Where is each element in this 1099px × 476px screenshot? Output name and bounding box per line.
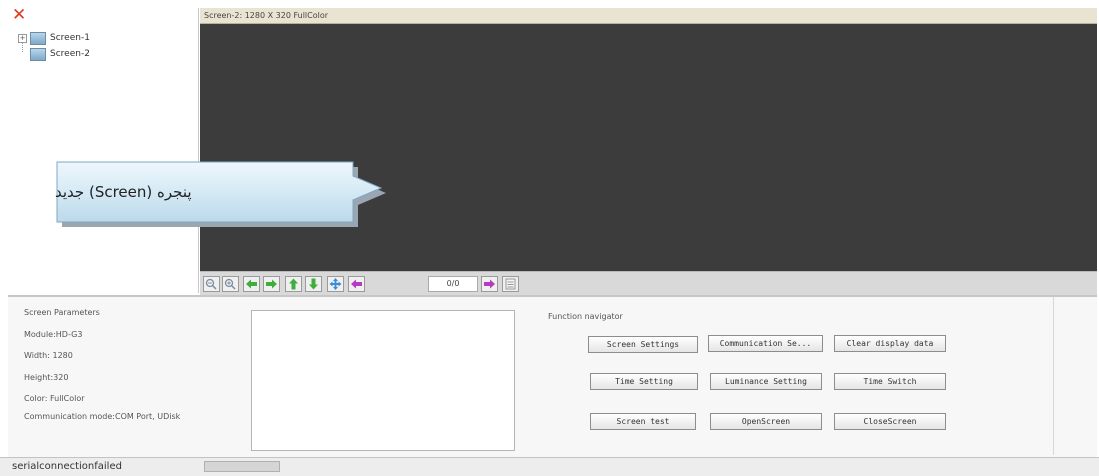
param-communication: Communication mode:COM Port, UDisk xyxy=(24,412,181,421)
callout-text: پنجره (Screen) جدید xyxy=(55,183,192,201)
move-right-button[interactable] xyxy=(263,276,280,292)
tree-item-screen-2[interactable]: Screen-2 xyxy=(30,46,90,62)
zoom-in-button[interactable] xyxy=(222,276,239,292)
arrow-left-icon xyxy=(246,279,257,289)
preview-canvas[interactable] xyxy=(200,24,1097,271)
tree-item-label: Screen-2 xyxy=(50,49,90,59)
screen-settings-button[interactable]: Screen Settings xyxy=(588,336,698,353)
expand-icon[interactable]: + xyxy=(18,33,27,43)
screen-icon xyxy=(30,31,46,45)
open-screen-button[interactable]: OpenScreen xyxy=(710,413,822,430)
screen-test-button[interactable]: Screen test xyxy=(590,413,696,430)
panel-divider xyxy=(1053,297,1054,455)
screen-tree-panel: ✕ + Screen-1 Screen-2 xyxy=(8,7,199,293)
screen-parameters-panel: Screen Parameters Module:HD-G3 Width: 12… xyxy=(8,297,233,455)
params-title: Screen Parameters xyxy=(24,308,100,317)
status-text: serialconnectionfailed xyxy=(12,461,122,472)
close-icon[interactable]: ✕ xyxy=(12,7,28,24)
arrow-up-icon xyxy=(289,278,298,290)
callout-annotation: پنجره (Screen) جدید xyxy=(55,158,386,227)
arrow-left-icon xyxy=(351,279,362,289)
arrow-down-icon xyxy=(309,278,318,290)
screen-icon xyxy=(30,47,46,61)
move-down-button[interactable] xyxy=(305,276,322,292)
move-left-button[interactable] xyxy=(243,276,260,292)
move-icon xyxy=(329,278,342,290)
clear-display-data-button[interactable]: Clear display data xyxy=(834,335,946,352)
thumbnail-preview-box xyxy=(251,310,515,451)
list-button[interactable] xyxy=(502,276,519,292)
page-counter: 0/0 xyxy=(428,276,478,292)
preview-toolbar: 0/0 xyxy=(200,271,1097,296)
time-switch-button[interactable]: Time Switch xyxy=(834,373,946,390)
param-width: Width: 1280 xyxy=(24,351,73,360)
arrow-right-icon xyxy=(484,279,495,289)
zoom-out-icon xyxy=(205,278,217,290)
luminance-setting-button[interactable]: Luminance Setting xyxy=(710,373,822,390)
status-bar: serialconnectionfailed xyxy=(0,457,1099,476)
param-height: Height:320 xyxy=(24,373,69,382)
tree-item-screen-1[interactable]: + Screen-1 xyxy=(18,30,90,46)
preview-title-bar: Screen-2: 1280 X 320 FullColor xyxy=(200,8,1097,24)
time-setting-button[interactable]: Time Setting xyxy=(590,373,698,390)
tree-item-label: Screen-1 xyxy=(50,33,90,43)
zoom-in-icon xyxy=(224,278,236,290)
previous-page-button[interactable] xyxy=(348,276,365,292)
move-up-button[interactable] xyxy=(285,276,302,292)
param-color: Color: FullColor xyxy=(24,394,85,403)
move-all-button[interactable] xyxy=(327,276,344,292)
close-screen-button[interactable]: CloseScreen xyxy=(834,413,946,430)
list-icon xyxy=(505,278,516,290)
function-navigator-title: Function navigator xyxy=(548,312,623,321)
arrow-right-icon xyxy=(266,279,277,289)
zoom-out-button[interactable] xyxy=(203,276,220,292)
param-module: Module:HD-G3 xyxy=(24,330,83,339)
communication-settings-button[interactable]: Communication Se... xyxy=(708,335,823,352)
status-scrollbar[interactable] xyxy=(204,461,280,472)
next-page-button[interactable] xyxy=(481,276,498,292)
